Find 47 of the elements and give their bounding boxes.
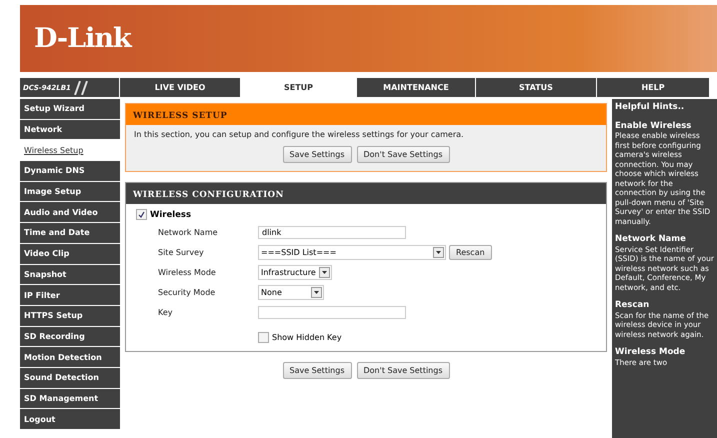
help-heading: Network Name <box>615 235 687 244</box>
field-label: Key <box>158 308 174 316</box>
sidebar-item[interactable]: Dynamic DNS <box>20 161 120 181</box>
help-heading: Rescan <box>615 301 650 310</box>
nav-tab[interactable]: MAINTENANCE <box>357 78 475 97</box>
sidebar-item[interactable]: Image Setup <box>20 182 120 202</box>
checkbox[interactable] <box>136 209 147 220</box>
sidebar-item[interactable]: Logout <box>20 409 120 429</box>
rescan-button[interactable]: Rescan <box>449 244 492 260</box>
description-text: In this section, you can setup and configure the wireless settings for your camera. <box>133 129 465 141</box>
settings-button[interactable]: Save Settings <box>282 362 352 379</box>
help-title: Helpful Hints.. <box>615 103 686 112</box>
nav-tab[interactable]: LIVE VIDEO <box>120 78 240 97</box>
panel-title: WIRELESS SETUP <box>126 104 606 125</box>
sidebar-item[interactable]: Snapshot <box>20 264 120 284</box>
sidebar-item[interactable]: Network <box>20 120 120 140</box>
checkbox[interactable] <box>258 332 269 343</box>
help-heading: Enable Wireless <box>615 122 692 131</box>
logo: D-Link <box>34 23 131 54</box>
settings-button[interactable]: Save Settings <box>282 146 352 163</box>
settings-button[interactable]: Don't Save Settings <box>356 146 450 163</box>
nav-tab[interactable]: STATUS <box>476 78 596 97</box>
sidebar-item[interactable]: SD Recording <box>20 326 120 346</box>
checkbox-label: Show Hidden Key <box>272 333 342 342</box>
help-heading: Wireless Mode <box>615 348 686 358</box>
field-label: Network Name <box>158 228 219 236</box>
input-field[interactable]: dlink <box>258 226 406 238</box>
sidebar-item[interactable]: Motion Detection <box>20 347 120 367</box>
sidebar-item[interactable]: Audio and Video <box>20 202 120 222</box>
dropdown[interactable]: ===SSID List=== <box>258 244 446 260</box>
input-field[interactable] <box>258 306 406 318</box>
panel-title: WIRELESS CONFIGURATION <box>126 183 606 204</box>
sidebar-item[interactable]: Sound Detection <box>20 368 120 388</box>
field-label: Site Survey <box>158 248 205 256</box>
sidebar-item[interactable]: IP Filter <box>20 285 120 305</box>
sidebar-item[interactable]: Time and Date <box>20 223 120 243</box>
sidebar-item[interactable]: Video Clip <box>20 244 120 264</box>
field-label: Wireless Mode <box>158 268 217 276</box>
dropdown[interactable]: Infrastructure <box>258 264 332 280</box>
sidebar-item[interactable]: SD Management <box>20 388 120 408</box>
sidebar-item[interactable]: HTTPS Setup <box>20 306 120 326</box>
settings-button[interactable]: Don't Save Settings <box>356 362 450 379</box>
nav-tab[interactable]: HELP <box>597 78 709 97</box>
field-label: Security Mode <box>158 288 216 296</box>
checkbox-label: Wireless <box>150 210 192 220</box>
sidebar-item[interactable]: Setup Wizard <box>20 99 120 119</box>
dropdown[interactable]: None <box>258 284 324 300</box>
